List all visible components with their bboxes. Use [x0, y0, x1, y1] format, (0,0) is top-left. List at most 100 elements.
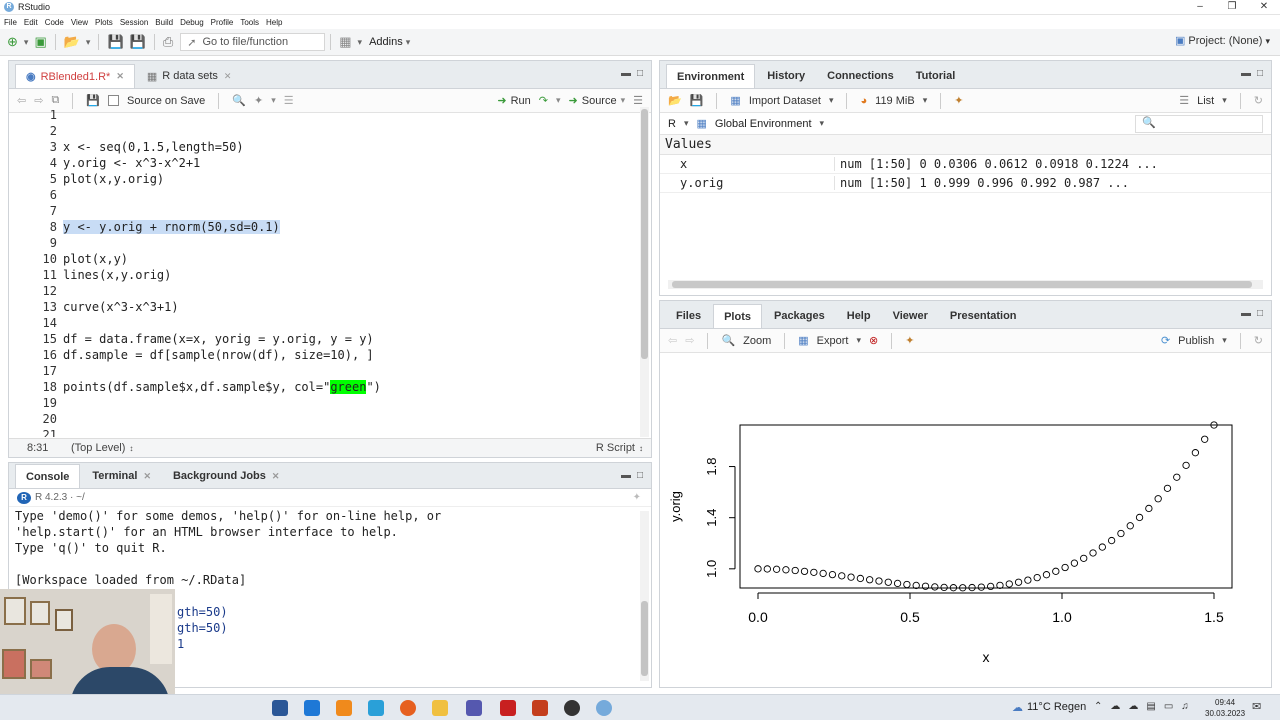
tab-files[interactable]: Files — [666, 304, 711, 328]
grid-layout-icon[interactable]: ▦ — [339, 33, 351, 51]
clear-console-icon[interactable]: ✦ — [633, 492, 641, 503]
save-all-icon[interactable]: 💾 — [130, 33, 146, 51]
minimize-pane-icon[interactable]: ▬ — [621, 470, 631, 481]
forward-arrow-icon[interactable]: ⇨ — [34, 94, 43, 107]
refresh-icon[interactable]: ↻ — [1254, 94, 1263, 107]
minimize-pane-icon[interactable]: ▬ — [1241, 308, 1251, 319]
file-explorer-icon[interactable] — [432, 700, 448, 716]
menu-file[interactable]: File — [4, 18, 17, 27]
chevron-down-icon[interactable]: ▾ — [820, 118, 825, 129]
menu-help[interactable]: Help — [266, 18, 282, 27]
minimize-pane-icon[interactable]: ▬ — [1241, 68, 1251, 79]
chevron-down-icon[interactable]: ▾ — [856, 335, 861, 346]
minimize-button[interactable]: – — [1184, 0, 1216, 15]
magic-wand-icon[interactable]: ✦ — [254, 94, 263, 107]
maximize-pane-icon[interactable]: □ — [637, 470, 643, 481]
environment-row[interactable]: y.orig num [1:50] 1 0.999 0.996 0.992 0.… — [660, 174, 1271, 193]
scrollbar-thumb[interactable] — [641, 109, 648, 359]
menu-view[interactable]: View — [71, 18, 88, 27]
save-icon[interactable]: 💾 — [107, 33, 123, 51]
close-icon[interactable]: ✕ — [272, 471, 280, 482]
tab-r-data-sets[interactable]: ▦ R data sets ✕ — [137, 64, 242, 88]
close-icon[interactable]: ✕ — [224, 71, 232, 82]
chevron-down-icon[interactable]: ▾ — [556, 95, 561, 106]
load-workspace-icon[interactable]: 📂 — [668, 94, 682, 107]
pdf-reader-icon[interactable] — [500, 700, 516, 716]
cloud-icon[interactable]: ☁ — [1128, 701, 1138, 712]
publish-button[interactable]: Publish — [1178, 335, 1214, 347]
menu-session[interactable]: Session — [120, 18, 148, 27]
broom-icon[interactable]: ✦ — [954, 94, 963, 107]
chevron-down-icon[interactable]: ▾ — [1222, 95, 1227, 106]
language-selector[interactable]: R — [668, 118, 676, 130]
menu-tools[interactable]: Tools — [240, 18, 259, 27]
maximize-pane-icon[interactable]: □ — [1257, 308, 1263, 319]
chevron-down-icon[interactable]: ▾ — [24, 33, 29, 51]
obs-icon[interactable] — [564, 700, 580, 716]
chevron-down-icon[interactable]: ▾ — [86, 33, 91, 51]
back-arrow-icon[interactable]: ⇦ — [17, 94, 26, 107]
tab-rblended[interactable]: ◉ RBlended1.R* ✕ — [15, 64, 135, 88]
refresh-icon[interactable]: ↻ — [1254, 334, 1263, 347]
new-file-icon[interactable]: ⊕ — [7, 33, 18, 51]
menu-edit[interactable]: Edit — [24, 18, 38, 27]
show-in-window-icon[interactable]: ⧉ — [51, 94, 59, 107]
chevron-down-icon[interactable]: ▾ — [1222, 335, 1227, 346]
menu-build[interactable]: Build — [155, 18, 173, 27]
save-icon[interactable]: 💾 — [86, 94, 100, 107]
tab-environment[interactable]: Environment — [666, 64, 756, 88]
scrollbar-thumb[interactable] — [641, 601, 648, 676]
powerpoint-icon[interactable] — [532, 700, 548, 716]
teams-icon[interactable] — [466, 700, 482, 716]
view-mode-selector[interactable]: List — [1197, 95, 1214, 107]
project-menu[interactable]: ▣ Project: (None) ▾ — [1175, 34, 1270, 47]
broom-icon[interactable]: ✦ — [905, 334, 914, 347]
close-icon[interactable]: ✕ — [116, 71, 124, 82]
chevron-down-icon[interactable]: ▾ — [406, 33, 411, 51]
run-button[interactable]: ➜ Run — [497, 94, 530, 108]
memory-usage[interactable]: 119 MiB — [875, 95, 915, 107]
console-scrollbar[interactable] — [640, 511, 649, 681]
tab-presentation[interactable]: Presentation — [940, 304, 1027, 328]
clock[interactable]: 09:44 30.03.2023 — [1205, 697, 1245, 719]
new-project-icon[interactable]: ▣ — [34, 33, 46, 51]
calendar-icon[interactable] — [368, 700, 384, 716]
rstudio-taskbar-icon[interactable] — [596, 700, 612, 716]
tab-help[interactable]: Help — [837, 304, 881, 328]
notification-icon[interactable]: ✉ — [1252, 700, 1261, 713]
code-editor[interactable]: 1 2 3 4 5 6 7 8 9 10 11 12 13 14 15 16 17 18 19 20 21 x <- s… — [9, 107, 641, 437]
chevron-down-icon[interactable]: ▾ — [684, 118, 689, 129]
tab-viewer[interactable]: Viewer — [883, 304, 938, 328]
open-folder-icon[interactable]: 📂 — [64, 33, 80, 51]
tab-connections[interactable]: Connections — [817, 64, 904, 88]
chevron-up-icon[interactable]: ⌃ — [1094, 701, 1102, 712]
network-icon[interactable]: ▤ — [1146, 701, 1155, 712]
scope-selector[interactable]: (Top Level) — [71, 442, 125, 454]
tab-tutorial[interactable]: Tutorial — [906, 64, 966, 88]
maximize-pane-icon[interactable]: □ — [637, 68, 643, 79]
chevron-down-icon[interactable]: ▾ — [271, 95, 276, 106]
menu-debug[interactable]: Debug — [180, 18, 204, 27]
tab-terminal[interactable]: Terminal ✕ — [82, 464, 161, 488]
editor-scrollbar[interactable] — [640, 107, 649, 437]
file-type-selector[interactable]: R Script — [596, 442, 635, 454]
vlc-icon[interactable] — [336, 700, 352, 716]
tab-background-jobs[interactable]: Background Jobs ✕ — [163, 464, 289, 488]
source-button[interactable]: ➜ Source ▾ — [569, 94, 626, 108]
source-on-save-checkbox[interactable] — [108, 95, 119, 106]
print-icon[interactable]: ⎙ — [163, 33, 173, 51]
weather-widget[interactable]: ☁ 11°C Regen — [1012, 701, 1086, 714]
chevron-down-icon[interactable]: ▾ — [923, 95, 928, 106]
rerun-icon[interactable]: ↷ — [539, 94, 548, 107]
task-view-icon[interactable] — [272, 700, 288, 716]
scrollbar-thumb[interactable] — [672, 281, 1252, 288]
previous-plot-icon[interactable]: ⇦ — [668, 334, 677, 347]
close-icon[interactable]: ✕ — [143, 471, 151, 482]
minimize-pane-icon[interactable]: ▬ — [621, 68, 631, 79]
menu-plots[interactable]: Plots — [95, 18, 113, 27]
search-icon[interactable]: 🔍 — [232, 94, 246, 107]
import-dataset-button[interactable]: Import Dataset — [749, 95, 821, 107]
remove-plot-icon[interactable]: ⊗ — [869, 334, 878, 347]
environment-search-input[interactable]: 🔍 — [1135, 115, 1263, 133]
firefox-icon[interactable] — [400, 700, 416, 716]
